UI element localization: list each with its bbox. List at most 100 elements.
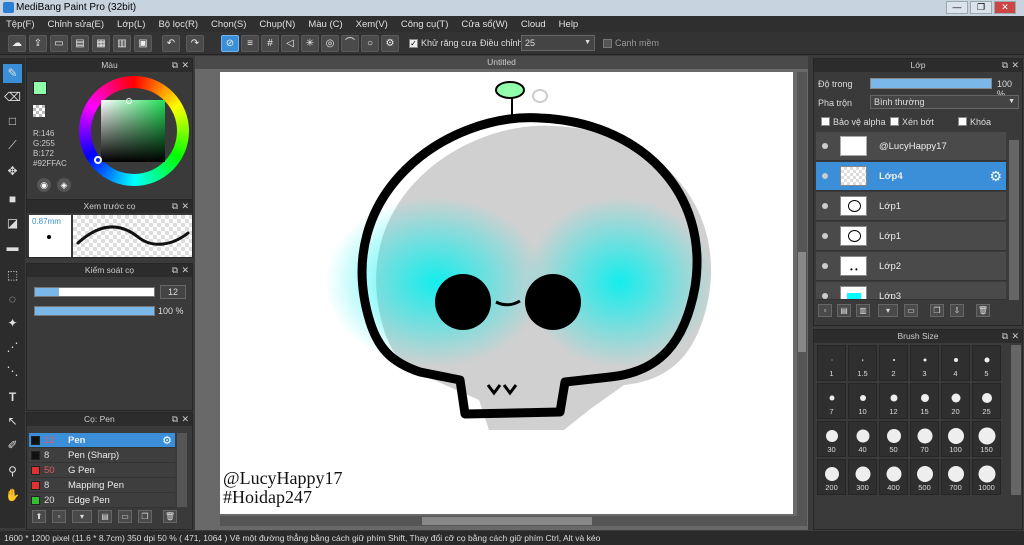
pen-item[interactable]: 8 Pen (Sharp) — [29, 448, 175, 463]
brush-size-option[interactable]: 3 — [910, 345, 939, 381]
saturation-square[interactable] — [101, 100, 165, 162]
minimize-button[interactable]: — — [946, 1, 968, 14]
foreground-color-swatch[interactable] — [33, 81, 47, 95]
grid-icon[interactable]: ▥ — [113, 35, 131, 52]
close-icon[interactable]: ✕ — [181, 200, 189, 213]
redo-icon[interactable]: ↷ — [186, 35, 204, 52]
undo-icon[interactable]: ↶ — [162, 35, 180, 52]
menu-tools[interactable]: Công cụ(T) — [401, 19, 449, 30]
menu-filter[interactable]: Bộ lọc(R) — [158, 19, 198, 30]
document-icon[interactable]: ▦ — [92, 35, 110, 52]
close-icon[interactable]: ✕ — [181, 264, 189, 277]
pen-item[interactable]: 8 Mapping Pen — [29, 478, 175, 493]
menu-layer[interactable]: Lớp(L) — [117, 19, 145, 30]
brush-size-option[interactable]: 7 — [817, 383, 846, 419]
menu-cloud[interactable]: Cloud — [521, 19, 546, 30]
menu-view[interactable]: Xem(V) — [356, 19, 388, 30]
new-brush-icon[interactable]: ▫ — [52, 510, 66, 523]
hue-wheel[interactable] — [79, 76, 189, 186]
menu-select[interactable]: Chọn(S) — [211, 19, 246, 30]
fill-rectangle-icon[interactable]: ■ — [3, 190, 22, 209]
page-icon[interactable]: ▤ — [71, 35, 89, 52]
brush-size-option[interactable]: 1 — [817, 345, 846, 381]
select-eraser-icon[interactable]: ⋱ — [3, 362, 22, 381]
duplicate-icon[interactable]: ❐ — [138, 510, 152, 523]
line-tool-icon[interactable]: ⟋ — [3, 136, 22, 155]
folder-icon[interactable]: ▭ — [118, 510, 132, 523]
soft-edge-checkbox[interactable] — [603, 39, 612, 48]
brush-size-option[interactable]: 50 — [879, 421, 908, 457]
snap-off-icon[interactable]: ⊘ — [221, 35, 239, 52]
brush-size-option[interactable]: 200 — [817, 459, 846, 495]
eyedropper-tool-icon[interactable]: ✐ — [3, 436, 22, 455]
clipping-checkbox[interactable] — [890, 117, 899, 126]
antialias-checkbox[interactable]: ✓ — [409, 39, 418, 48]
drawing-canvas[interactable]: @LucyHappy17 #Hoidap247 — [220, 72, 793, 514]
brush-size-scrollbar[interactable] — [1011, 345, 1021, 495]
gear-icon[interactable]: ⚙ — [162, 434, 172, 447]
layer-row[interactable]: Lớp3 — [816, 282, 1006, 300]
brush-size-option[interactable]: 70 — [910, 421, 939, 457]
brush-size-option[interactable]: 4 — [941, 345, 970, 381]
hand-tool-icon[interactable]: ✋ — [3, 486, 22, 505]
brush-size-option[interactable]: 150 — [972, 421, 1001, 457]
layer-list-scrollbar[interactable] — [1009, 140, 1019, 300]
layer-menu-icon[interactable]: ▾ — [878, 304, 898, 317]
brush-size-option[interactable]: 300 — [848, 459, 877, 495]
brush-size-option[interactable]: 5 — [972, 345, 1001, 381]
brush-size-option[interactable]: 2 — [879, 345, 908, 381]
move-tool-icon[interactable]: ✥ — [3, 162, 22, 181]
close-button[interactable]: ✕ — [994, 1, 1016, 14]
curve-snap-icon[interactable]: ⌒ — [341, 35, 359, 52]
brush-size-option[interactable]: 100 — [941, 421, 970, 457]
popout-icon[interactable]: ⧉ — [1002, 330, 1008, 343]
brush-tool-icon[interactable]: ✎ — [3, 64, 22, 83]
brush-size-option[interactable]: 700 — [941, 459, 970, 495]
trash-icon[interactable]: 🗑 — [163, 510, 177, 523]
gear-icon[interactable]: ⚙ — [989, 168, 1002, 185]
pen-item[interactable]: 12 Pen ⚙ — [29, 433, 175, 448]
brush-size-option[interactable]: 20 — [941, 383, 970, 419]
new-halftone-layer-icon[interactable]: ▤ — [837, 304, 851, 317]
popout-icon[interactable]: ⧉ — [172, 264, 178, 277]
protect-alpha-checkbox[interactable] — [821, 117, 830, 126]
grid-snap-icon[interactable]: # — [261, 35, 279, 52]
menu-file[interactable]: Tệp(F) — [6, 19, 35, 30]
settings-icon[interactable]: ⚙ — [381, 35, 399, 52]
eraser-tool-icon[interactable]: ⌫ — [3, 88, 22, 107]
maximize-button[interactable]: ❐ — [970, 1, 992, 14]
new-8bit-layer-icon[interactable]: ▥ — [856, 304, 870, 317]
close-icon[interactable]: ✕ — [181, 413, 189, 426]
brush-size-option[interactable]: 40 — [848, 421, 877, 457]
color-picker-handle[interactable] — [126, 98, 132, 104]
duplicate-layer-icon[interactable]: ❐ — [930, 304, 944, 317]
parallel-snap-icon[interactable]: ≡ — [241, 35, 259, 52]
popout-icon[interactable]: ⧉ — [172, 59, 178, 72]
visibility-icon[interactable] — [822, 293, 828, 299]
horizontal-scrollbar[interactable] — [220, 516, 798, 526]
layer-folder-icon[interactable]: ▭ — [904, 304, 918, 317]
layer-row[interactable]: Lớp1 — [816, 192, 1006, 221]
close-icon[interactable]: ✕ — [1011, 330, 1019, 343]
close-icon[interactable]: ✕ — [1011, 59, 1019, 72]
delete-layer-icon[interactable]: 🗑 — [976, 304, 990, 317]
color-history-icon[interactable]: ◈ — [57, 178, 71, 192]
magic-wand-icon[interactable]: ✦ — [3, 314, 22, 333]
brush-size-option[interactable]: 1.5 — [848, 345, 877, 381]
select-pen-icon[interactable]: ⋰ — [3, 338, 22, 357]
layer-row[interactable]: Lớp4 ⚙ — [816, 162, 1006, 191]
ellipse-snap-icon[interactable]: ○ — [361, 35, 379, 52]
menu-color[interactable]: Màu (C) — [308, 19, 342, 30]
pen-item[interactable]: 50 G Pen — [29, 463, 175, 478]
menu-help[interactable]: Help — [559, 19, 579, 30]
popout-icon[interactable]: ⧉ — [1002, 59, 1008, 72]
layer-row[interactable]: • • Lớp2 — [816, 252, 1006, 281]
adjust-dropdown[interactable]: 25 ▼ — [521, 35, 595, 51]
menu-capture[interactable]: Chụp(N) — [259, 19, 295, 30]
brush-size-slider[interactable] — [34, 287, 155, 297]
panel-icon[interactable]: ▣ — [134, 35, 152, 52]
visibility-icon[interactable] — [822, 173, 828, 179]
brush-menu-icon[interactable]: ▾ — [72, 510, 92, 523]
brush-size-option[interactable]: 500 — [910, 459, 939, 495]
add-brush-icon[interactable]: ⬆ — [32, 510, 46, 523]
